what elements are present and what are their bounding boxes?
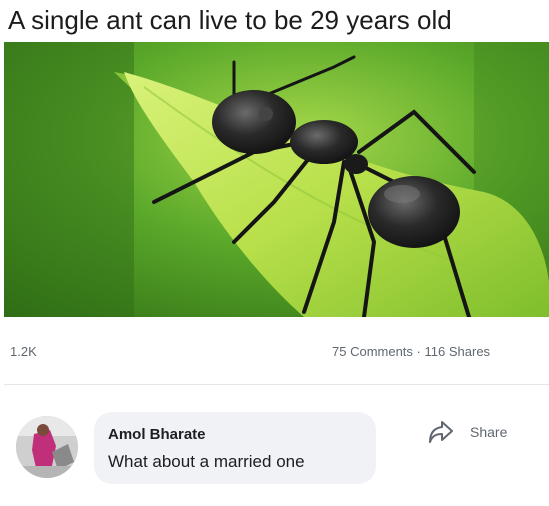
comment-text: What about a married one (108, 452, 305, 471)
comments-shares-summary: 75 Comments · 116 Shares (332, 344, 490, 359)
post-title: A single ant can live to be 29 years old (8, 5, 452, 35)
meme-page: A single ant can live to be 29 years old (0, 0, 549, 506)
comment-count[interactable]: 75 Comments (332, 344, 413, 359)
reaction-count[interactable]: 1.2K (10, 344, 37, 359)
stats-separator: · (416, 344, 421, 359)
ant-photo[interactable] (4, 42, 549, 317)
ant-photo-graphic (4, 42, 549, 317)
comment-author[interactable]: Amol Bharate (108, 426, 206, 443)
avatar-photo-icon (16, 416, 78, 478)
share-count[interactable]: 116 Shares (425, 344, 491, 359)
share-arrow-icon (429, 421, 453, 443)
avatar[interactable] (16, 416, 78, 478)
comment-bubble: Amol Bharate What about a married one (94, 412, 376, 484)
divider (4, 384, 549, 385)
share-button[interactable]: Share (424, 416, 524, 446)
post-stats: 1.2K 75 Comments · 116 Shares (0, 340, 549, 366)
share-label: Share (470, 424, 508, 440)
comment: Amol Bharate What about a married one Sh… (0, 408, 549, 488)
